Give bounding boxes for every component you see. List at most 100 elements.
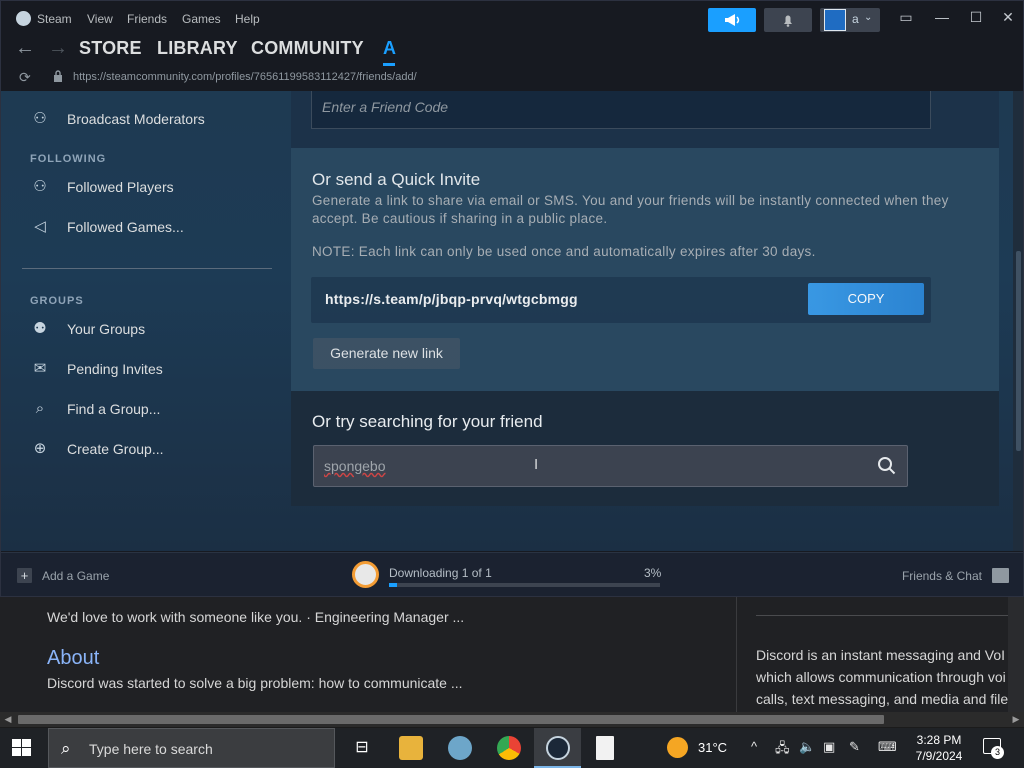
sidebar-item-find-group[interactable]: ⌕ Find a Group... [31, 398, 161, 420]
titlebar: Steam View Friends Games Help a ⌄ ▭ — ☐ … [1, 1, 1024, 37]
url-bar: ⟳ https://steamcommunity.com/profiles/76… [1, 67, 1024, 89]
notepad-icon[interactable] [596, 736, 614, 760]
sidebar-item-create-group[interactable]: ⊕ Create Group... [31, 438, 164, 460]
navbar: ← → STORE LIBRARY COMMUNITY A [1, 37, 1024, 66]
time: 3:28 PM [916, 733, 962, 747]
keyboard-icon[interactable]: ⌨ [878, 739, 897, 755]
search-icon: ⌕ [61, 739, 71, 758]
sidebar-item-followed-players[interactable]: ⚇ Followed Players [31, 176, 173, 198]
chevron-up-icon[interactable]: ^ [751, 739, 757, 754]
copy-button[interactable]: COPY [808, 283, 924, 315]
add-game-label: Add a Game [42, 568, 110, 583]
chevron-down-icon: ⌄ [864, 12, 873, 23]
search-heading: Or try searching for your friend [312, 412, 543, 431]
forward-arrow-icon[interactable]: → [48, 37, 68, 60]
scroll-left-icon[interactable]: ◀ [0, 712, 16, 727]
divider [756, 615, 1008, 616]
scrollbar-thumb[interactable] [1016, 251, 1021, 451]
friends-chat-button[interactable]: Friends & Chat [902, 568, 1009, 583]
menu-help[interactable]: Help [235, 12, 260, 26]
following-heading: FOLLOWING [30, 153, 107, 165]
download-status[interactable]: Downloading 1 of 1 [389, 566, 492, 580]
envelope-icon: ✉ [33, 360, 47, 377]
sidebar-item-label: Find a Group... [67, 401, 161, 417]
vertical-scrollbar[interactable] [1008, 597, 1024, 713]
notifications-button[interactable] [764, 8, 812, 32]
sidebar-item-label: Your Groups [67, 321, 146, 337]
sidebar-item-followed-games[interactable]: ◁ Followed Games... [31, 216, 184, 238]
taskbar-search-box[interactable]: ⌕ Type here to search [48, 728, 335, 768]
tab-store[interactable]: STORE [79, 38, 142, 59]
sidebar-item-pending-invites[interactable]: ✉ Pending Invites [31, 358, 163, 380]
side-text-line: calls, text messaging, and media and fil… [756, 691, 1008, 707]
groups-heading: GROUPS [30, 295, 84, 307]
search-friend-section: Or try searching for your friend spongeb… [291, 391, 999, 506]
volume-muted-icon[interactable]: 🔈 [799, 739, 815, 755]
horizontal-scrollbar[interactable]: ◀ ▶ [0, 712, 1024, 727]
taskbar-search-placeholder: Type here to search [89, 741, 213, 757]
menu-games[interactable]: Games [182, 12, 221, 26]
steam-taskbar-icon[interactable] [546, 736, 570, 760]
add-game-button[interactable]: + Add a Game [17, 568, 109, 583]
avatar[interactable] [824, 9, 846, 31]
page-url[interactable]: https://steamcommunity.com/profiles/7656… [73, 71, 417, 83]
quick-invite-heading: Or send a Quick Invite [312, 170, 481, 189]
task-view-icon[interactable]: ⊟ [350, 736, 374, 760]
megaphone-icon: ◁ [34, 218, 46, 235]
steam-logo-icon[interactable] [16, 11, 31, 26]
scroll-right-icon[interactable]: ▶ [1008, 712, 1024, 727]
tab-community[interactable]: COMMUNITY [251, 38, 364, 59]
menu-friends[interactable]: Friends [127, 12, 167, 26]
reload-icon[interactable]: ⟳ [19, 69, 31, 86]
person-icon: ⚇ [33, 110, 47, 127]
page-scrollbar[interactable] [1013, 91, 1023, 551]
temperature[interactable]: 31°C [698, 740, 727, 755]
battery-icon[interactable]: ▣ [823, 739, 835, 755]
network-icon[interactable]: 🖧 [775, 739, 790, 761]
pen-icon[interactable]: ✎ [849, 739, 860, 755]
chrome-icon[interactable] [497, 736, 521, 760]
friends-chat-label: Friends & Chat [901, 568, 982, 583]
paint-icon[interactable] [448, 736, 472, 760]
close-icon[interactable]: ✕ [998, 9, 1018, 26]
sidebar-item-label: Pending Invites [67, 361, 163, 377]
tab-library[interactable]: LIBRARY [157, 38, 238, 59]
plus-circle-icon: ⊕ [33, 440, 47, 457]
page-content: ⚇ Broadcast Moderators FOLLOWING ⚇ Follo… [1, 91, 1023, 551]
about-link[interactable]: About [47, 647, 99, 670]
taskbar: ⌕ Type here to search ⊟ 31°C ^ 🖧 🔈 ▣ ✎ ⌨… [0, 728, 1024, 768]
background-text-line: We'd love to work with someone like you.… [47, 609, 465, 625]
scrollbar-thumb[interactable] [18, 715, 884, 724]
search-icon: ⌕ [35, 400, 45, 417]
generate-new-link-button[interactable]: Generate new link [313, 338, 460, 369]
plus-icon: + [17, 568, 32, 583]
big-picture-icon[interactable]: ▭ [896, 9, 916, 26]
add-friend-panel: Enter a Friend Code Or send a Quick Invi… [291, 91, 999, 506]
back-arrow-icon[interactable]: ← [15, 37, 35, 60]
menu-steam[interactable]: Steam [37, 12, 72, 26]
overwatch-game-icon[interactable] [352, 561, 379, 588]
megaphone-icon [725, 14, 740, 26]
search-icon[interactable] [877, 456, 897, 476]
tab-profile[interactable]: A [383, 38, 396, 59]
invite-link[interactable]: https://s.team/p/jbqp-prvq/wtgcbmgg [325, 291, 578, 307]
sidebar-item-label: Followed Games... [67, 219, 184, 235]
quick-invite-note: NOTE: Each link can only be used once an… [312, 244, 816, 259]
file-explorer-icon[interactable] [399, 736, 423, 760]
side-text-line: which allows communication through voi [756, 669, 1006, 685]
friend-code-input[interactable]: Enter a Friend Code [311, 91, 931, 129]
weather-sun-icon[interactable] [667, 737, 688, 758]
clock[interactable]: 3:28 PM 7/9/2024 [910, 732, 968, 764]
sidebar-item-your-groups[interactable]: ⚉ Your Groups [31, 318, 145, 340]
group-icon: ⚉ [33, 320, 47, 337]
minimize-icon[interactable]: — [932, 9, 952, 25]
menu-view[interactable]: View [87, 12, 113, 26]
friends-icon [992, 568, 1009, 583]
friend-search-input[interactable]: spongebo I [313, 445, 908, 487]
maximize-icon[interactable]: ☐ [966, 9, 986, 26]
windows-start-icon[interactable] [12, 739, 32, 757]
quick-invite-section: Or send a Quick Invite Generate a link t… [291, 148, 999, 391]
broadcast-button[interactable] [708, 8, 756, 32]
download-progress-bar [389, 583, 660, 587]
sidebar-item-broadcast-moderators[interactable]: ⚇ Broadcast Moderators [31, 108, 204, 130]
